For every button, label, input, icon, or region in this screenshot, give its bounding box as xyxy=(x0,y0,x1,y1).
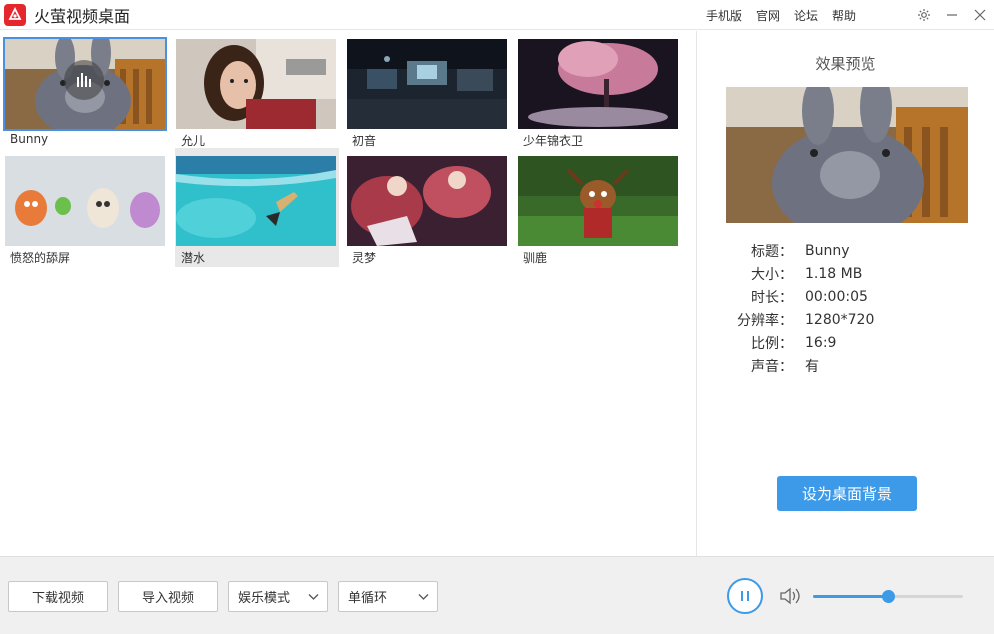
volume-slider[interactable] xyxy=(813,590,963,603)
video-item-label: 灵梦 xyxy=(352,251,377,265)
preview-image xyxy=(726,87,968,223)
pause-button[interactable] xyxy=(727,578,763,614)
video-item-shaonian[interactable]: 少年锦衣卫 xyxy=(517,31,681,148)
chevron-down-icon xyxy=(418,591,429,606)
video-item-lingmeng[interactable]: 灵梦 xyxy=(346,148,510,265)
chevron-down-icon xyxy=(308,591,319,606)
video-info: 标题： Bunny 大小： 1.18 MB 时长： 00:00:05 分辨率： 1280… xyxy=(727,239,874,377)
video-item-label: 驯鹿 xyxy=(523,251,548,265)
video-thumbnail xyxy=(518,156,678,246)
app-logo-icon xyxy=(4,3,26,26)
video-item-diving[interactable]: 潜水 xyxy=(175,148,339,267)
video-item-label: 少年锦衣卫 xyxy=(523,134,584,148)
video-thumbnail xyxy=(347,156,507,246)
info-row-ratio: 比例： 16:9 xyxy=(751,334,837,352)
volume-icon[interactable] xyxy=(779,586,801,610)
top-links: 手机版 官网 论坛 帮助 xyxy=(706,0,856,30)
mode-select-value: 娱乐模式 xyxy=(238,591,291,606)
volume-slider-fill xyxy=(813,595,888,598)
video-thumbnail xyxy=(5,156,165,246)
set-desktop-background-button[interactable]: 设为桌面背景 xyxy=(777,476,917,511)
forum-link[interactable]: 论坛 xyxy=(794,7,818,24)
video-thumbnail xyxy=(347,39,507,129)
preview-title: 效果预览 xyxy=(815,55,876,73)
title-bar: 火萤视频桌面 手机版 官网 论坛 帮助 xyxy=(0,0,994,30)
mobile-link[interactable]: 手机版 xyxy=(706,7,742,24)
video-item-reindeer[interactable]: 驯鹿 xyxy=(517,148,681,265)
video-item-chuyin[interactable]: 初音 xyxy=(346,31,510,148)
import-video-button[interactable]: 导入视频 xyxy=(118,581,218,612)
video-gallery: Bunny 允儿 初音 少年锦衣卫 愤怒的舔屏 潜水 灵梦 驯鹿 xyxy=(0,31,696,556)
info-row-size: 大小： 1.18 MB xyxy=(751,265,863,283)
help-link[interactable]: 帮助 xyxy=(832,7,856,24)
video-item-bunny[interactable]: Bunny xyxy=(3,31,168,146)
video-thumbnail xyxy=(176,39,336,129)
video-thumbnail xyxy=(176,156,336,246)
info-row-sound: 声音：有 xyxy=(751,358,819,375)
video-item-yuner[interactable]: 允儿 xyxy=(175,31,339,148)
download-video-button[interactable]: 下载视频 xyxy=(8,581,108,612)
loop-select[interactable]: 单循环 xyxy=(338,581,438,612)
video-item-label: 潜水 xyxy=(181,251,206,265)
video-thumbnail xyxy=(518,39,678,129)
video-item-label: Bunny xyxy=(10,132,49,146)
volume-slider-handle[interactable] xyxy=(882,590,895,603)
preview-pane: 效果预览 标题： Bunny 大小： 1.18 MB 时长： 00:00:05 分辨率… xyxy=(697,31,994,556)
settings-gear-icon[interactable] xyxy=(910,1,938,29)
video-item-label: 愤怒的舔屏 xyxy=(10,251,71,265)
official-site-link[interactable]: 官网 xyxy=(756,7,780,24)
info-row-resolution: 分辨率： 1280*720 xyxy=(737,311,875,329)
bottom-toolbar: 下载视频 导入视频 娱乐模式 单循环 xyxy=(0,556,994,634)
loop-select-value: 单循环 xyxy=(348,591,388,606)
pause-icon xyxy=(741,591,749,601)
video-item-angry[interactable]: 愤怒的舔屏 xyxy=(4,148,168,265)
info-row-title: 标题： Bunny xyxy=(751,242,850,260)
video-item-label: 允儿 xyxy=(181,134,206,148)
video-item-label: 初音 xyxy=(352,134,377,148)
info-row-duration: 时长： 00:00:05 xyxy=(751,288,868,306)
close-icon[interactable] xyxy=(966,1,994,29)
app-title: 火萤视频桌面 xyxy=(34,6,131,26)
playing-indicator-icon xyxy=(64,60,104,100)
window-controls xyxy=(910,0,994,30)
mode-select[interactable]: 娱乐模式 xyxy=(228,581,328,612)
minimize-icon[interactable] xyxy=(938,1,966,29)
